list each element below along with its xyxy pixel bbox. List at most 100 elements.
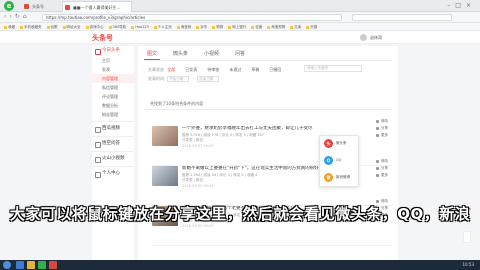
sidebar-group[interactable]: 西瓜视频 xyxy=(92,124,134,134)
result-count: 共找到了10条符合条件的内容 xyxy=(150,101,204,106)
feedback-button[interactable] xyxy=(463,231,471,243)
bookmark-item[interactable]: 手机收藏夹 xyxy=(20,23,42,30)
clock: 10:53 xyxy=(462,262,474,267)
sidebar-item[interactable]: 主页 xyxy=(92,56,134,65)
search-input[interactable]: 请输入关键词 xyxy=(304,65,362,72)
toutiao-icon: 头 xyxy=(324,139,333,148)
share-option[interactable]: 头微头条 xyxy=(320,137,358,153)
time-filter: 发表时间 开始日期 - 结束日期 xyxy=(148,75,221,82)
browser-logo[interactable]: e xyxy=(4,1,14,11)
share-option[interactable]: 微新浪微博 xyxy=(320,171,358,187)
time-filter-label: 发表时间 xyxy=(148,76,164,81)
sidebar: 今日头条 主页 发表 内容管理 私信管理 评论管理 数据分析 粉丝管理西瓜视频悟空问答火山小视… xyxy=(92,46,134,270)
sidebar-group[interactable]: 悟空问答 xyxy=(92,139,134,149)
media-icon[interactable] xyxy=(49,261,57,269)
filter-option[interactable]: 待审核 xyxy=(205,66,221,73)
divider xyxy=(92,121,134,122)
article-title[interactable]: 新婚不离婚以上婆婆在"开药"下"，这在现实生活中总的方式真的很好？ xyxy=(182,166,332,172)
article-date: 2018-04-05 09:44 xyxy=(182,184,214,188)
weibo-icon: 微 xyxy=(324,173,333,182)
sidebar-group[interactable]: 个人中心 xyxy=(92,169,134,179)
status-filters: 文章状态 全部 已发表 待审核 未通过 草稿 已撤回 xyxy=(148,66,289,73)
tab-item[interactable]: 微头条 xyxy=(170,50,191,59)
share-option-label: 微头条 xyxy=(336,141,347,145)
browser-tab-1[interactable]: 头条号 xyxy=(22,1,60,12)
article-status: 已发表 | 原创 xyxy=(182,178,203,182)
ie-icon[interactable] xyxy=(16,261,24,269)
sidebar-group[interactable]: 今日头条 xyxy=(92,46,134,56)
divider xyxy=(144,60,392,61)
divider xyxy=(144,109,392,110)
bookmark-item[interactable]: 百度 xyxy=(251,23,262,30)
article-actions: 修改 分享 更多 xyxy=(376,158,388,179)
main-content: 图文 微头条 小视频 问答 文章状态 全部 已发表 待审核 未通过 草稿 已撤回 请输入关键词 … xyxy=(138,46,398,270)
bookmark-item[interactable]: 网上银行 xyxy=(228,23,246,30)
tab-item[interactable]: 问答 xyxy=(232,50,248,59)
article-title[interactable]: 一个外婆，继承奶奶享福晚年出去打工与丈夫团聚，却让儿子受尽 xyxy=(182,126,332,132)
user-name[interactable]: 退休哥 xyxy=(370,34,382,41)
avatar[interactable] xyxy=(360,34,367,41)
sidebar-group[interactable]: 火山小视频 xyxy=(92,154,134,164)
browser-icon[interactable] xyxy=(38,261,46,269)
url-field[interactable]: https://mp.toutiao.com/profile_v3/graphi… xyxy=(42,14,342,21)
filter-option[interactable]: 全部 xyxy=(165,66,177,73)
article-thumbnail[interactable] xyxy=(152,126,178,146)
tab-item[interactable]: 图文 xyxy=(144,50,161,60)
article-status: 已发表 | 原创 xyxy=(182,138,203,142)
bookmark-item[interactable]: 360导航 xyxy=(109,23,127,30)
bookmark-item[interactable]: 网址大全 xyxy=(63,23,81,30)
filter-label: 文章状态 xyxy=(148,67,164,72)
window-controls[interactable]: –□× xyxy=(447,2,476,9)
action-2[interactable]: 更多 xyxy=(376,172,388,179)
bookmark-item[interactable]: 京东 xyxy=(196,23,207,30)
article-date: 2018-04-07 09:09 xyxy=(182,144,214,148)
date-start-input[interactable]: 开始日期 xyxy=(167,76,190,82)
action-1[interactable]: 分享 xyxy=(376,165,388,172)
divider xyxy=(92,136,134,137)
bookmark-item[interactable]: 个人主页 xyxy=(154,23,172,30)
filter-option[interactable]: 未通过 xyxy=(227,66,243,73)
tab-item[interactable]: 小视频 xyxy=(201,50,222,59)
bookmark-item[interactable]: 谷歌 xyxy=(47,23,58,30)
sidebar-item[interactable]: 数据分析 xyxy=(92,101,134,110)
share-option[interactable]: Q QQ xyxy=(320,154,358,170)
divider xyxy=(92,166,134,167)
article-thumbnail[interactable] xyxy=(152,166,178,186)
bookmark-item[interactable]: 游戏中心 xyxy=(86,23,104,30)
bookmark-item[interactable]: 淘宝购物 xyxy=(267,23,285,30)
date-end-input[interactable]: 结束日期 xyxy=(197,76,220,82)
sidebar-item[interactable]: 粉丝管理 xyxy=(92,110,134,119)
action-0[interactable]: 修改 xyxy=(376,118,388,125)
sidebar-item[interactable]: 评论管理 xyxy=(92,92,134,101)
bookmark-item[interactable]: 收藏 xyxy=(4,23,15,30)
folder-icon[interactable] xyxy=(27,261,35,269)
site-logo[interactable]: 头条号 xyxy=(92,33,113,43)
share-option-label: QQ xyxy=(336,158,342,162)
browser-search-input[interactable] xyxy=(352,14,452,21)
action-1[interactable]: 分享 xyxy=(376,125,388,132)
action-2[interactable]: 更多 xyxy=(376,132,388,139)
article-date: 2018-04-05 09:09 xyxy=(182,224,214,228)
filter-option[interactable]: 已撤回 xyxy=(267,66,283,73)
browser-tab-bar: e 头条号 ■■一个傻人赢得美好生... –□× xyxy=(0,0,480,12)
nav-buttons[interactable]: ‹›↻⌂ xyxy=(4,13,30,20)
bookmarks-bar: 收藏 手机收藏夹 谷歌 网址大全 游戏中心 360导航 Hao123 个人主页 淘宝网 京东 购物网… xyxy=(0,23,480,31)
sidebar-item[interactable]: 发表 xyxy=(92,65,134,74)
bookmark-item[interactable]: 天猫 xyxy=(306,23,317,30)
sidebar-item[interactable]: 私信管理 xyxy=(92,83,134,92)
filter-option[interactable]: 已发表 xyxy=(183,66,199,73)
start-button[interactable] xyxy=(3,261,11,269)
tab-label: 头条号 xyxy=(32,4,44,9)
divider xyxy=(152,245,392,246)
bookmark-item[interactable]: 购物 xyxy=(212,23,223,30)
sidebar-item[interactable]: 内容管理 xyxy=(92,74,134,83)
bookmark-item[interactable]: 淘宝网 xyxy=(177,23,192,30)
action-0[interactable]: 修改 xyxy=(376,158,388,165)
filter-option[interactable]: 草稿 xyxy=(249,66,261,73)
qq-icon: Q xyxy=(324,156,333,165)
site-header: 头条号 退休哥 xyxy=(0,32,480,44)
date-separator: - xyxy=(192,76,195,81)
browser-tab-2[interactable]: ■■一个傻人赢得美好生... xyxy=(62,1,132,12)
bookmark-item[interactable]: Hao123 xyxy=(131,23,149,30)
bookmark-item[interactable]: 文库 xyxy=(290,23,301,30)
